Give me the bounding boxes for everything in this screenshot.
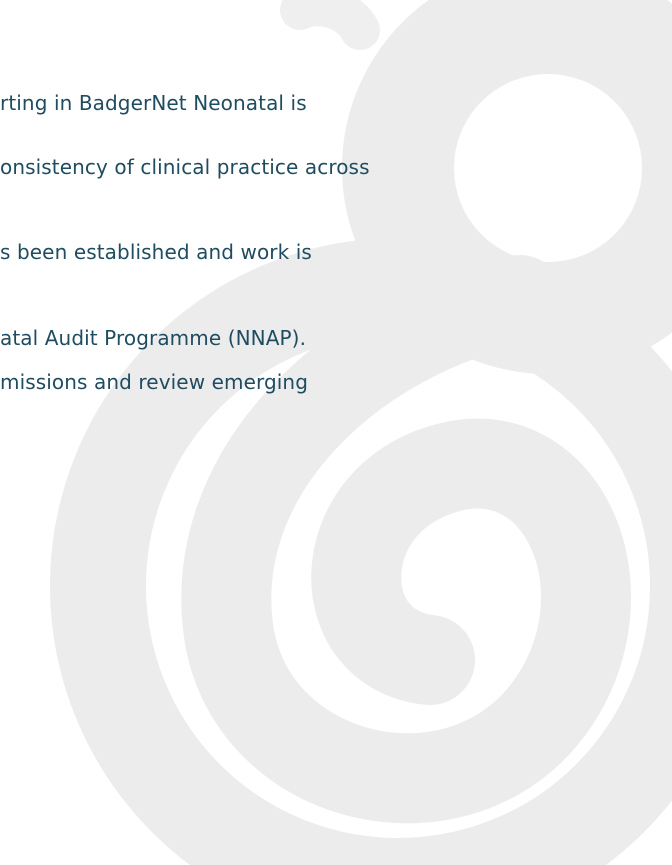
document-text-region: rting in BadgerNet Neonatal is onsistenc… — [0, 0, 672, 865]
text-line-1: rting in BadgerNet Neonatal is — [0, 91, 307, 115]
text-line-2: onsistency of clinical practice across — [0, 155, 370, 179]
text-line-3: s been established and work is — [0, 240, 312, 264]
text-line-5: missions and review emerging — [0, 370, 308, 394]
text-line-4: atal Audit Programme (NNAP). — [0, 326, 307, 350]
